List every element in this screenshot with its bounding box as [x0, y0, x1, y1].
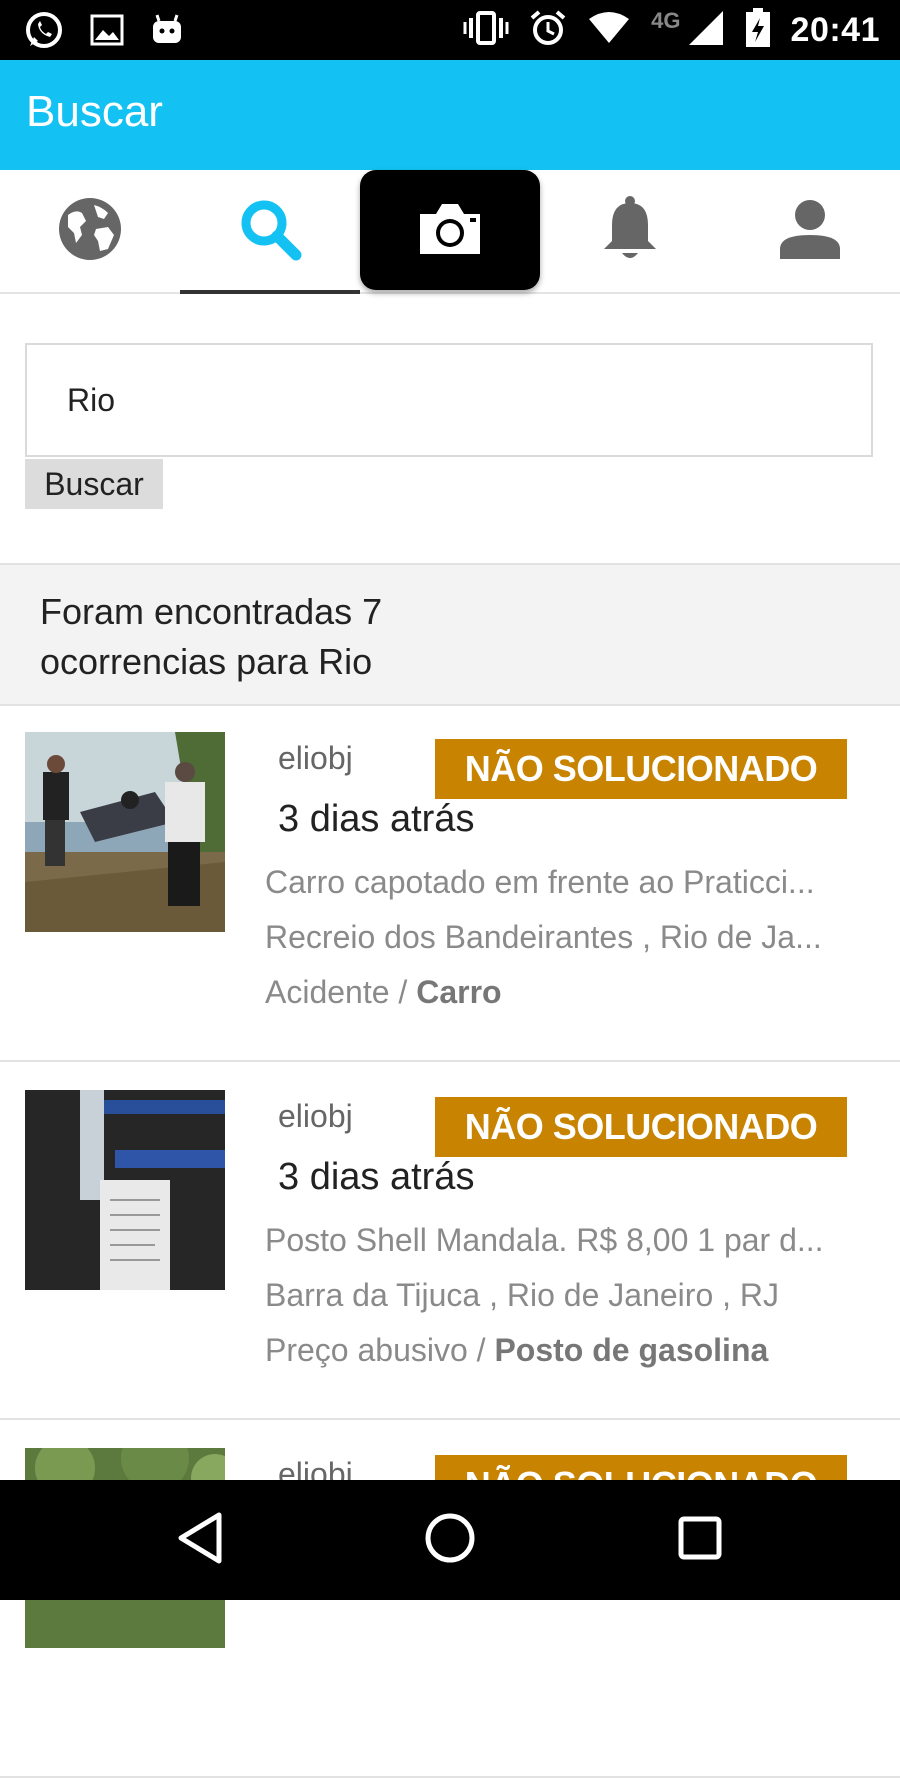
app-bar: Buscar — [0, 60, 900, 170]
item-user: eliobj — [278, 740, 353, 776]
results-summary: Foram encontradas 7 ocorrencias para Rio — [40, 591, 383, 682]
wifi-icon — [587, 11, 631, 50]
item-subcategory: Carro — [416, 974, 502, 1010]
alarm-icon — [529, 9, 567, 52]
recents-icon — [677, 1515, 723, 1566]
occurrence-photo — [25, 732, 225, 932]
item-user: eliobj — [278, 1098, 353, 1134]
tab-profile[interactable] — [720, 170, 900, 292]
bell-icon — [600, 195, 660, 268]
battery-icon — [745, 8, 771, 53]
results-header: Foram encontradas 7 ocorrencias para Rio — [0, 563, 900, 706]
item-category-label: Preço abusivo / — [265, 1332, 495, 1368]
signal-icon — [687, 9, 725, 52]
recents-button[interactable] — [668, 1508, 732, 1572]
vibrate-icon — [463, 10, 509, 51]
home-icon — [423, 1511, 477, 1570]
item-subcategory: Posto de gasolina — [494, 1332, 769, 1368]
search-button[interactable]: Buscar — [25, 459, 163, 509]
status-time: 20:41 — [790, 11, 880, 49]
item-category-label: Acidente / — [265, 974, 417, 1010]
page-title: Buscar — [26, 87, 163, 136]
item-category: Preço abusivo / Posto de gasolina — [265, 1332, 865, 1369]
person-icon — [778, 197, 842, 266]
back-button[interactable] — [168, 1508, 232, 1572]
tab-bar — [0, 170, 900, 294]
list-item[interactable]: eliobj NÃO SOLUCIONADO 3 dias atrás Post… — [0, 1064, 900, 1420]
tab-explore[interactable] — [0, 170, 180, 292]
tab-search[interactable] — [180, 170, 360, 294]
globe-icon — [56, 195, 124, 268]
camera-icon — [416, 200, 484, 261]
navigation-bar — [0, 1480, 900, 1600]
camera-button[interactable] — [360, 170, 540, 290]
list-item[interactable]: eliobj NÃO SOLUCIONADO 3 dias atrás Carr… — [0, 706, 900, 1062]
network-type: 4G — [651, 7, 681, 33]
search-icon — [238, 197, 302, 266]
occurrence-photo — [25, 1090, 225, 1290]
item-location: Barra da Tijuca , Rio de Janeiro , RJ — [265, 1277, 780, 1313]
status-bar: 4G 20:41 — [0, 0, 900, 60]
tab-notifications[interactable] — [540, 170, 720, 292]
item-description: Posto Shell Mandala. R$ 8,00 1 par d... — [265, 1222, 824, 1258]
item-location: Recreio dos Bandeirantes , Rio de Ja... — [265, 919, 822, 955]
home-button[interactable] — [418, 1508, 482, 1572]
whatsapp-icon — [24, 10, 64, 55]
item-category: Acidente / Carro — [265, 974, 865, 1011]
back-icon — [175, 1511, 225, 1570]
search-input[interactable] — [25, 343, 873, 457]
item-time: 3 dias atrás — [278, 1156, 475, 1198]
status-badge: NÃO SOLUCIONADO — [435, 739, 847, 799]
list-item[interactable]: eliobj NÃO SOLUCIONADO — [0, 1422, 900, 1778]
status-badge: NÃO SOLUCIONADO — [435, 1097, 847, 1157]
gallery-icon — [90, 14, 124, 51]
item-time: 3 dias atrás — [278, 798, 475, 840]
item-description: Carro capotado em frente ao Praticci... — [265, 864, 815, 900]
android-icon — [150, 13, 184, 52]
